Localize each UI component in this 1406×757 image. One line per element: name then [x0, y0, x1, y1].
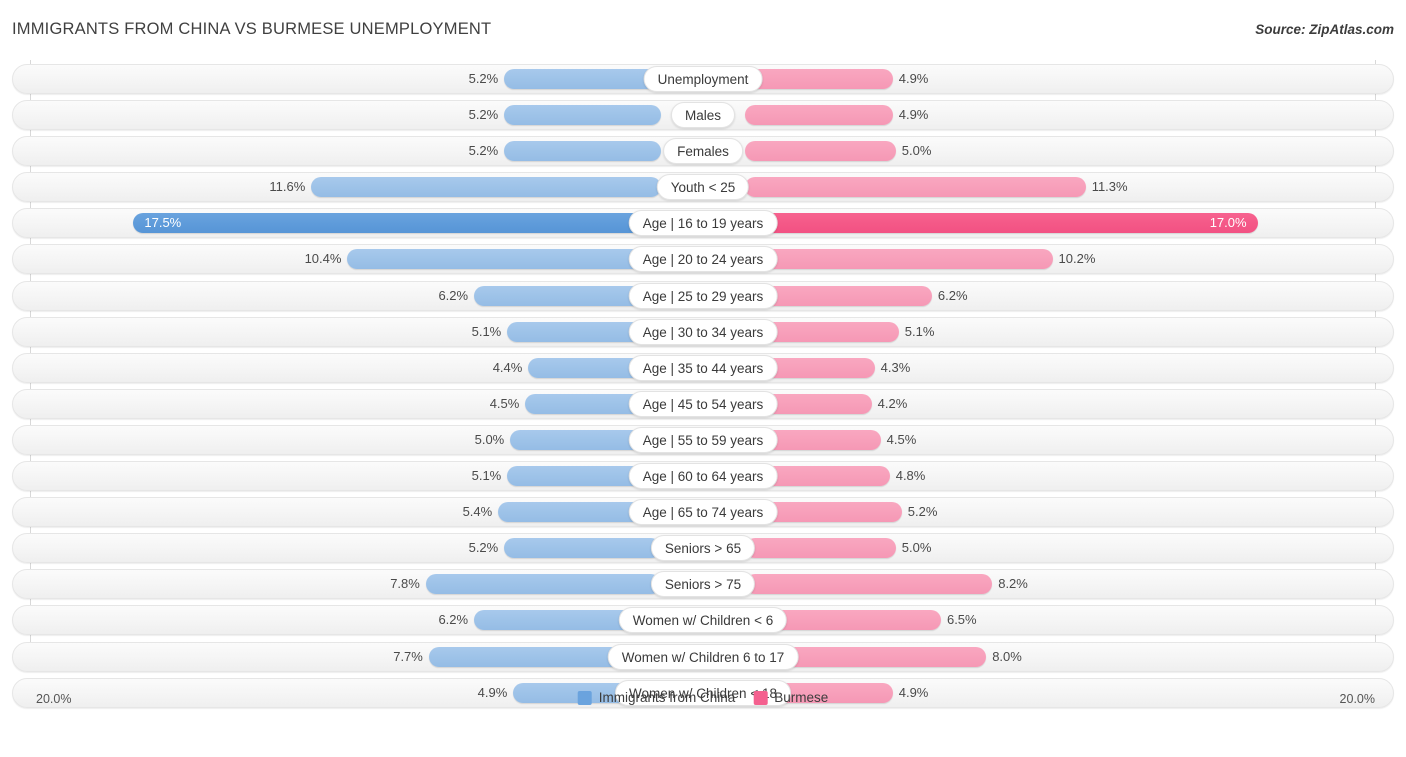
- row-value-right: 4.5%: [886, 431, 917, 447]
- row-label-chip[interactable]: Age | 35 to 44 years: [628, 354, 778, 381]
- chart-legend: Immigrants from China Burmese: [577, 690, 828, 705]
- row-value-left: 6.2%: [438, 612, 469, 628]
- chart-row[interactable]: 7.8% 8.2% Seniors > 75: [0, 567, 1406, 603]
- row-label-chip[interactable]: Youth < 25: [656, 174, 750, 201]
- legend-item-immigrants-from-china[interactable]: Immigrants from China: [577, 690, 736, 705]
- source-attribution: Source: ZipAtlas.com: [1255, 22, 1394, 37]
- bar-burmese[interactable]: [745, 69, 893, 89]
- row-label-chip[interactable]: Women w/ Children 6 to 17: [607, 643, 799, 670]
- row-value-left: 4.4%: [492, 359, 523, 375]
- row-value-right: 11.3%: [1091, 179, 1128, 195]
- row-label-chip[interactable]: Males: [670, 102, 736, 129]
- row-value-right: 4.2%: [877, 395, 908, 411]
- bar-burmese[interactable]: [745, 105, 893, 126]
- bar-burmese[interactable]: [745, 177, 1086, 198]
- row-label-chip[interactable]: Age | 60 to 64 years: [628, 463, 778, 490]
- chart-row[interactable]: 5.2% 4.9% Unemployment: [0, 62, 1406, 98]
- row-value-left: 5.2%: [468, 71, 499, 86]
- row-label-chip[interactable]: Age | 45 to 54 years: [628, 390, 778, 417]
- bar-burmese[interactable]: [745, 249, 1053, 270]
- page-title: IMMIGRANTS FROM CHINA VS BURMESE UNEMPLO…: [12, 20, 492, 38]
- bar-immigrants-from-china[interactable]: [425, 574, 661, 595]
- chart-row[interactable]: 5.4% 5.2% Age | 65 to 74 years: [0, 495, 1406, 531]
- row-value-right: 17.0%: [1209, 215, 1247, 231]
- bar-immigrants-from-china[interactable]: [311, 177, 661, 198]
- row-value-right: 5.1%: [904, 323, 935, 339]
- row-value-left: 10.4%: [304, 251, 342, 267]
- row-value-left: 7.7%: [393, 648, 423, 664]
- row-value-left: 6.2%: [438, 287, 469, 303]
- bar-immigrants-from-china[interactable]: [133, 213, 661, 234]
- chart-row[interactable]: 5.1% 5.1% Age | 30 to 34 years: [0, 315, 1406, 351]
- legend-label-right: Burmese: [774, 690, 829, 705]
- row-value-right: 4.9%: [898, 71, 929, 86]
- row-value-left: 11.6%: [269, 179, 306, 195]
- chart-row[interactable]: 10.4% 10.2% Age | 20 to 24 years: [0, 242, 1406, 278]
- row-label-chip[interactable]: Women w/ Children < 6: [618, 607, 788, 634]
- row-value-right: 5.2%: [907, 504, 938, 520]
- chart-footer: 20.0% 20.0% Immigrants from China Burmes…: [0, 680, 1406, 720]
- bar-burmese[interactable]: [745, 141, 896, 162]
- row-value-right: 4.8%: [895, 468, 926, 484]
- row-value-right: 8.0%: [992, 648, 1022, 664]
- row-label-chip[interactable]: Age | 20 to 24 years: [628, 246, 778, 273]
- legend-label-left: Immigrants from China: [598, 690, 736, 705]
- chart-row[interactable]: 5.2% 4.9% Males: [0, 98, 1406, 134]
- row-label-chip[interactable]: Age | 55 to 59 years: [628, 426, 778, 453]
- row-value-right: 10.2%: [1058, 251, 1096, 267]
- bar-immigrants-from-china[interactable]: [347, 249, 661, 270]
- chart-row[interactable]: 7.7% 8.0% Women w/ Children 6 to 17: [0, 640, 1406, 676]
- chart-row[interactable]: 4.4% 4.3% Age | 35 to 44 years: [0, 351, 1406, 387]
- row-label-chip[interactable]: Age | 16 to 19 years: [628, 210, 778, 237]
- row-value-right: 5.0%: [901, 540, 932, 556]
- chart-row[interactable]: 5.1% 4.8% Age | 60 to 64 years: [0, 459, 1406, 495]
- row-value-left: 5.1%: [471, 323, 502, 339]
- row-value-right: 5.0%: [901, 143, 932, 159]
- row-value-right: 8.2%: [998, 576, 1028, 592]
- bar-burmese[interactable]: [745, 574, 993, 595]
- row-value-right: 4.9%: [898, 107, 929, 123]
- chart-row[interactable]: 5.2% 5.0% Females: [0, 134, 1406, 170]
- row-value-left: 4.5%: [489, 395, 520, 411]
- row-value-right: 4.3%: [880, 359, 911, 375]
- row-value-left: 5.2%: [468, 540, 499, 556]
- bar-immigrants-from-china[interactable]: [504, 538, 661, 559]
- bar-immigrants-from-china[interactable]: [504, 69, 661, 89]
- chart-plot-area: 5.2% 4.9% Unemployment 5.2% 4.9% Males 5.2% 5.0…: [0, 60, 1406, 720]
- chart-row[interactable]: 5.0% 4.5% Age | 55 to 59 years: [0, 423, 1406, 459]
- chart-row[interactable]: 5.2% 5.0% Seniors > 65: [0, 531, 1406, 567]
- axis-max-left: 20.0%: [36, 692, 72, 706]
- row-value-left: 5.0%: [474, 431, 505, 447]
- bar-immigrants-from-china[interactable]: [504, 105, 661, 126]
- row-value-left: 17.5%: [144, 215, 182, 231]
- bar-burmese[interactable]: [745, 538, 896, 559]
- chart-row[interactable]: 11.6% 11.3% Youth < 25: [0, 170, 1406, 206]
- axis-max-right: 20.0%: [1339, 692, 1375, 706]
- row-label-chip[interactable]: Age | 30 to 34 years: [628, 318, 778, 345]
- row-value-left: 5.1%: [471, 468, 502, 484]
- row-value-left: 5.2%: [468, 107, 499, 123]
- chart-row[interactable]: 6.2% 6.2% Age | 25 to 29 years: [0, 279, 1406, 315]
- row-value-left: 5.2%: [468, 143, 499, 159]
- legend-swatch-pink: [753, 690, 768, 705]
- row-label-chip[interactable]: Females: [663, 138, 743, 165]
- row-label-chip[interactable]: Seniors > 75: [650, 571, 756, 598]
- row-value-left: 7.8%: [390, 576, 420, 592]
- row-value-right: 6.2%: [937, 287, 968, 303]
- chart-row[interactable]: 17.5% 17.0% Age | 16 to 19 years: [0, 206, 1406, 242]
- row-value-right: 6.5%: [946, 612, 977, 628]
- row-label-chip[interactable]: Age | 65 to 74 years: [628, 499, 778, 526]
- legend-swatch-blue: [577, 690, 592, 705]
- bar-burmese[interactable]: [745, 213, 1258, 234]
- row-label-chip[interactable]: Unemployment: [643, 66, 763, 92]
- chart-rows: 5.2% 4.9% Unemployment 5.2% 4.9% Males 5.2% 5.0…: [0, 62, 1406, 712]
- bar-immigrants-from-china[interactable]: [504, 141, 661, 162]
- row-label-chip[interactable]: Age | 25 to 29 years: [628, 282, 778, 309]
- row-label-chip[interactable]: Seniors > 65: [650, 535, 756, 562]
- chart-row[interactable]: 6.2% 6.5% Women w/ Children < 6: [0, 603, 1406, 639]
- legend-item-burmese[interactable]: Burmese: [753, 690, 828, 705]
- chart-row[interactable]: 4.5% 4.2% Age | 45 to 54 years: [0, 387, 1406, 423]
- row-value-left: 5.4%: [462, 504, 493, 520]
